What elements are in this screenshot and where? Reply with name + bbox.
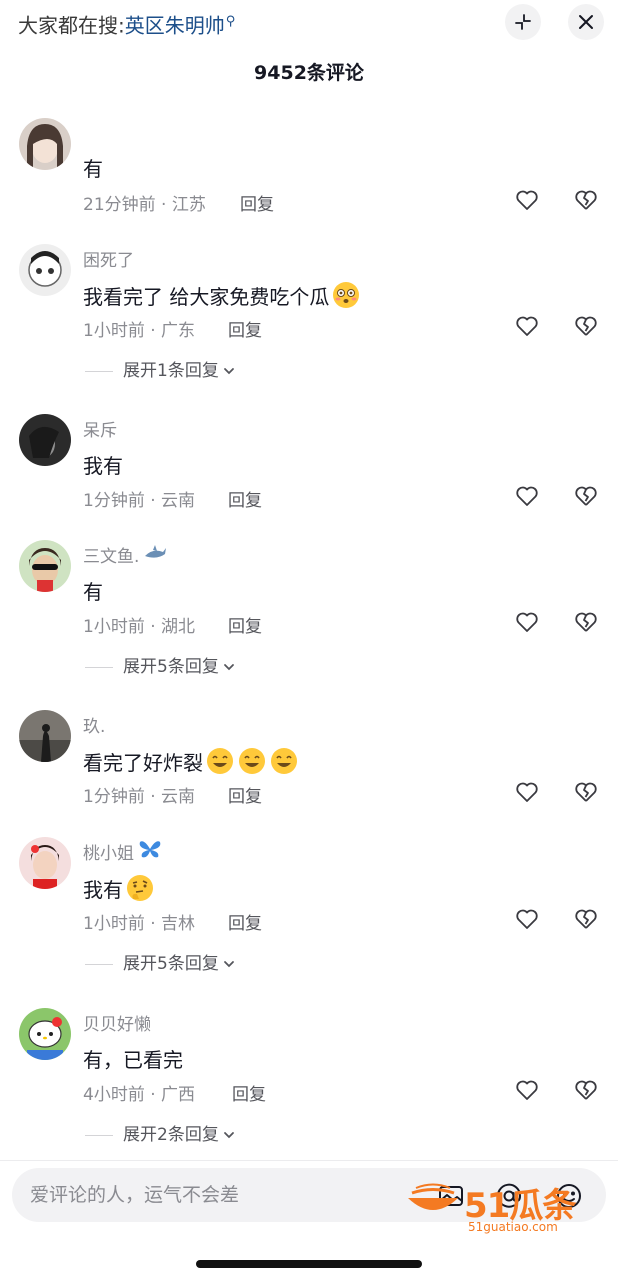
- heart-outline-icon[interactable]: [514, 1077, 540, 1103]
- collapse-arrows-icon: [515, 14, 531, 30]
- search-suggestion[interactable]: 大家都在搜:英区朱明帅⚲: [18, 9, 235, 39]
- expand-replies-button[interactable]: 展开1条回复: [85, 356, 235, 381]
- username[interactable]: 玖.: [83, 712, 105, 737]
- comment-meta: 1小时前 · 广东: [83, 321, 196, 341]
- username[interactable]: 困死了: [83, 246, 134, 271]
- username[interactable]: 三文鱼.: [83, 542, 167, 567]
- shark-emoji: [143, 545, 167, 566]
- flushed-face-emoji: [333, 282, 360, 308]
- divider-line: [85, 1134, 113, 1136]
- top-bar: 大家都在搜:英区朱明帅⚲: [0, 0, 618, 44]
- avatar[interactable]: [19, 414, 71, 466]
- comment-meta: 1分钟前 · 云南: [83, 491, 196, 511]
- watermark-bowl-icon: [408, 1183, 458, 1210]
- expand-replies-button[interactable]: 展开2条回复: [85, 1120, 235, 1145]
- search-keyword[interactable]: 英区朱明帅: [125, 14, 225, 38]
- heart-outline-icon[interactable]: [514, 483, 540, 509]
- heart-outline-icon[interactable]: [514, 906, 540, 932]
- butterfly-emoji: [138, 841, 162, 863]
- heart-outline-icon[interactable]: [514, 187, 540, 213]
- close-icon: [579, 15, 593, 29]
- username[interactable]: 桃小姐: [83, 839, 162, 864]
- collapse-button[interactable]: [505, 4, 541, 40]
- username[interactable]: 呆斥: [83, 416, 117, 441]
- grinning-face-emoji: [239, 748, 265, 774]
- divider-line: [85, 370, 113, 372]
- avatar[interactable]: [19, 540, 71, 592]
- home-indicator: [196, 1260, 422, 1268]
- chevron-down-icon: [223, 961, 234, 968]
- chevron-down-icon: [223, 1132, 234, 1139]
- avatar[interactable]: [19, 837, 71, 889]
- broken-heart-icon[interactable]: [573, 906, 599, 932]
- broken-heart-icon[interactable]: [573, 187, 599, 213]
- broken-heart-icon[interactable]: [573, 609, 599, 635]
- avatar[interactable]: [19, 710, 71, 762]
- thinking-face-emoji: [127, 875, 153, 901]
- comment-meta: 4小时前 · 广西: [83, 1085, 196, 1105]
- avatar[interactable]: [19, 1008, 71, 1060]
- broken-heart-icon[interactable]: [573, 779, 599, 805]
- grinning-face-emoji: [207, 748, 233, 774]
- search-icon: ⚲: [225, 14, 236, 29]
- comment-text: 我看完了 给大家免费吃个瓜: [83, 280, 361, 310]
- comment-meta: 1小时前 · 吉林: [83, 914, 196, 934]
- comment-count-title: 9452条评论: [254, 62, 364, 84]
- broken-heart-icon[interactable]: [573, 483, 599, 509]
- heart-outline-icon[interactable]: [514, 609, 540, 635]
- username[interactable]: 贝贝好懒: [83, 1010, 151, 1035]
- comment-text: 有: [83, 580, 103, 604]
- comment-meta: 1分钟前 · 云南: [83, 787, 196, 807]
- reply-button[interactable]: 回复: [228, 486, 262, 511]
- avatar[interactable]: [19, 118, 71, 170]
- reply-button[interactable]: 回复: [232, 1080, 266, 1105]
- expand-replies-button[interactable]: 展开5条回复: [85, 949, 235, 974]
- close-button[interactable]: [568, 4, 604, 40]
- broken-heart-icon[interactable]: [573, 1077, 599, 1103]
- comment-meta: 21分钟前 · 江苏: [83, 195, 206, 215]
- comment-text: 看完了好炸裂: [83, 746, 299, 776]
- broken-heart-icon[interactable]: [573, 313, 599, 339]
- reply-button[interactable]: 回复: [228, 316, 262, 341]
- divider-line: [85, 666, 113, 668]
- chevron-down-icon: [223, 664, 234, 671]
- input-divider: [0, 1160, 618, 1161]
- reply-button[interactable]: 回复: [228, 782, 262, 807]
- comment-text: 我有: [83, 454, 123, 478]
- heart-outline-icon[interactable]: [514, 313, 540, 339]
- search-prefix: 大家都在搜:: [18, 13, 125, 38]
- reply-button[interactable]: 回复: [228, 909, 262, 934]
- expand-replies-button[interactable]: 展开5条回复: [85, 652, 235, 677]
- watermark-logo: 51瓜条 51guatiao.com: [404, 1178, 596, 1238]
- watermark-url: 51guatiao.com: [468, 1220, 558, 1234]
- reply-button[interactable]: 回复: [228, 612, 262, 637]
- comment-meta: 1小时前 · 湖北: [83, 617, 196, 637]
- avatar[interactable]: [19, 244, 71, 296]
- reply-button[interactable]: 回复: [240, 190, 274, 215]
- comment-text: 我有: [83, 873, 155, 903]
- grinning-face-emoji: [271, 748, 297, 774]
- divider-line: [85, 963, 113, 965]
- comment-text: 有: [83, 157, 103, 181]
- comment-input[interactable]: [30, 1178, 410, 1212]
- heart-outline-icon[interactable]: [514, 779, 540, 805]
- comment-text: 有，已看完: [83, 1048, 183, 1072]
- chevron-down-icon: [223, 368, 234, 375]
